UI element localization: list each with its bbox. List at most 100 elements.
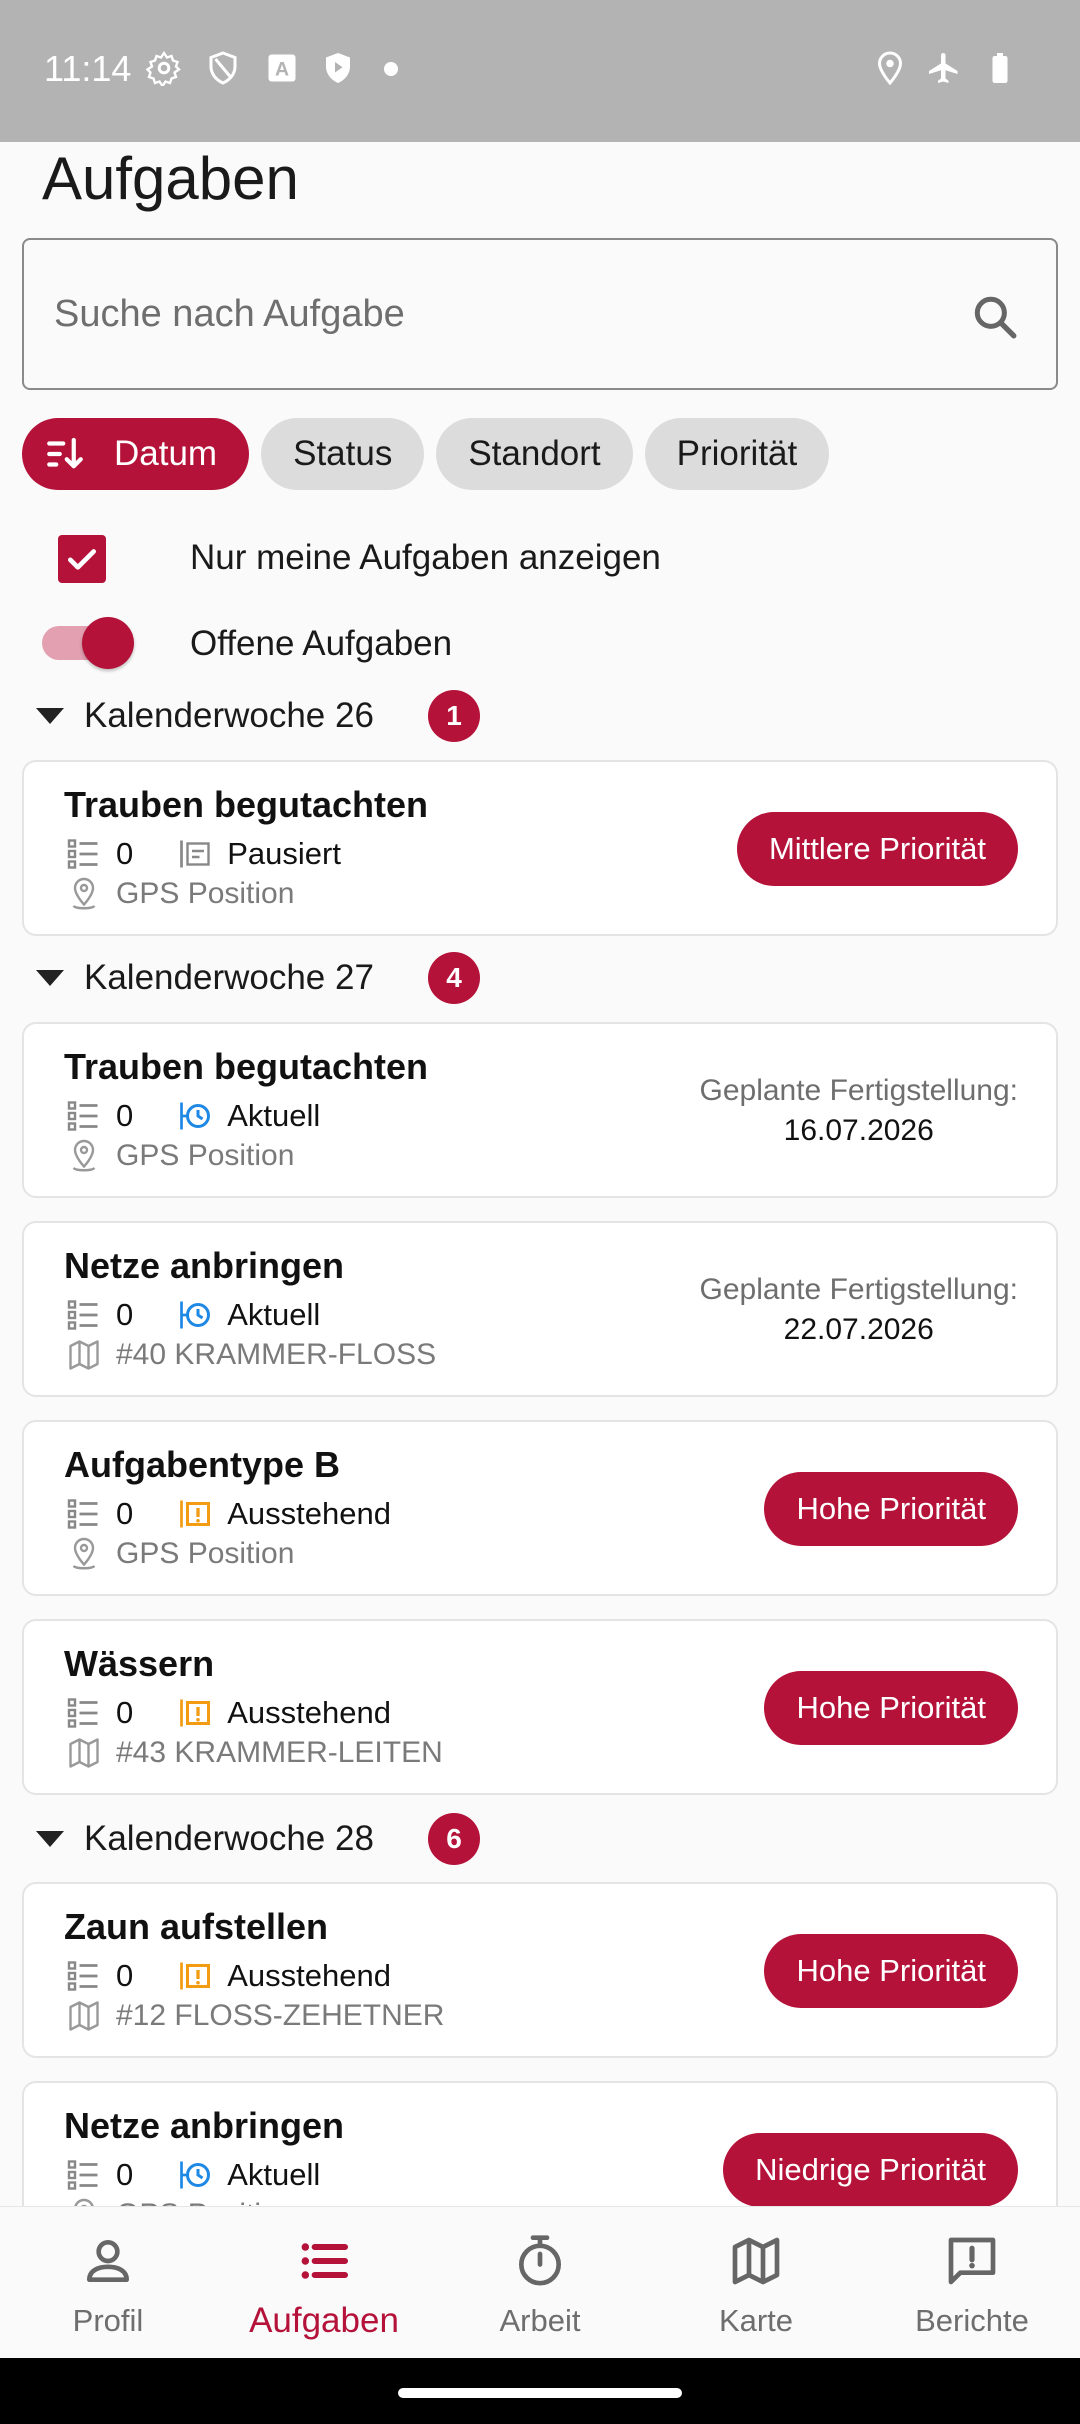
week-count-badge: 4 <box>428 952 480 1004</box>
week-count-badge: 1 <box>428 690 480 742</box>
map-icon <box>728 2233 784 2289</box>
task-card[interactable]: Trauben begutachten 0 Pausiert GPS Posit… <box>22 760 1058 936</box>
task-location: GPS Position <box>66 1136 294 1176</box>
task-title: Wässern <box>64 1643 215 1684</box>
checklist-icon <box>66 2157 102 2193</box>
task-meta: 0 Ausstehend <box>66 1956 391 1996</box>
task-meta: 0 Aktuell <box>66 2155 320 2195</box>
task-title: Netze anbringen <box>64 1245 345 1286</box>
task-location-text: #40 KRAMMER-FLOSS <box>116 1338 437 1371</box>
priority-badge: Hohe Priorität <box>764 1671 1018 1745</box>
chip-prioritaet[interactable]: Priorität <box>644 418 830 490</box>
checklist-icon <box>66 1496 102 1532</box>
week-label: Kalenderwoche 28 <box>84 1819 374 1858</box>
chip-label: Datum <box>114 434 218 473</box>
chip-status[interactable]: Status <box>261 418 425 490</box>
nav-arbeit[interactable]: Arbeit <box>432 2207 648 2359</box>
week-header-28[interactable]: Kalenderwoche 28 <box>36 1811 374 1867</box>
task-meta: 0 Aktuell <box>66 1096 320 1136</box>
gps-pin-icon <box>66 1138 102 1174</box>
priority-badge: Hohe Priorität <box>764 1472 1018 1546</box>
task-count: 0 <box>116 1695 134 1730</box>
task-card[interactable]: Wässern 0 Ausstehend #43 KRAMMER-LEITEN … <box>22 1619 1058 1795</box>
week-header-26[interactable]: Kalenderwoche 26 <box>36 688 374 744</box>
task-status: Aktuell <box>227 1297 321 1332</box>
task-meta: 0 Aktuell <box>66 1295 320 1335</box>
task-location-text: GPS Position <box>116 1139 295 1172</box>
home-gesture-bar[interactable] <box>398 2388 682 2398</box>
task-location: #12 FLOSS-ZEHETNER <box>66 1996 444 2036</box>
task-card[interactable]: Zaun aufstellen 0 Ausstehend #12 FLOSS-Z… <box>22 1882 1058 2058</box>
checklist-icon <box>66 1695 102 1731</box>
pending-status-icon <box>177 1496 213 1532</box>
task-meta: 0 Pausiert <box>66 834 341 874</box>
person-icon <box>80 2233 136 2289</box>
task-status: Ausstehend <box>227 1496 391 1531</box>
checkbox-checked[interactable] <box>58 535 106 583</box>
task-title: Trauben begutachten <box>64 1046 429 1087</box>
week-header-27[interactable]: Kalenderwoche 27 <box>36 950 374 1006</box>
nav-berichte[interactable]: Berichte <box>864 2207 1080 2359</box>
checklist-icon <box>66 1958 102 1994</box>
task-title: Trauben begutachten <box>64 784 429 825</box>
week-label: Kalenderwoche 27 <box>84 958 374 997</box>
planned-label: Geplante Fertigstellung: <box>699 1074 1018 1107</box>
page-title: Aufgaben <box>42 145 299 212</box>
collapse-icon <box>36 708 64 724</box>
active-status-icon <box>177 1297 213 1333</box>
planned-date: 22.07.2026 <box>783 1313 934 1346</box>
task-status: Ausstehend <box>227 1958 391 1993</box>
nav-karte[interactable]: Karte <box>648 2207 864 2359</box>
search-icon[interactable] <box>970 292 1020 342</box>
search-box[interactable] <box>22 238 1058 390</box>
task-card[interactable]: Aufgabentype B 0 Ausstehend GPS Position… <box>22 1420 1058 1596</box>
task-card[interactable]: Trauben begutachten 0 Aktuell GPS Positi… <box>22 1022 1058 1198</box>
battery-icon <box>982 50 1018 86</box>
paused-status-icon <box>177 836 213 872</box>
pending-status-icon <box>177 1958 213 1994</box>
chip-datum[interactable]: Datum <box>22 418 250 490</box>
nav-label: Aufgaben <box>249 2301 399 2340</box>
task-count: 0 <box>116 1098 134 1133</box>
dot-icon <box>384 62 398 76</box>
checklist-icon <box>66 1098 102 1134</box>
task-count: 0 <box>116 1297 134 1332</box>
only-mine-label: Nur meine Aufgaben anzeigen <box>190 538 661 577</box>
nav-profil[interactable]: Profil <box>0 2207 216 2359</box>
bottom-navigation: Profil Aufgaben Arbeit Karte Berichte <box>0 2206 1080 2358</box>
task-title: Aufgabentype B <box>64 1444 341 1485</box>
task-location: #43 KRAMMER-LEITEN <box>66 1733 443 1773</box>
open-tasks-toggle[interactable] <box>38 617 136 669</box>
svg-text:A: A <box>275 59 289 81</box>
status-time: 11:14 <box>44 48 132 89</box>
checklist-icon <box>66 836 102 872</box>
task-location-text: GPS Position <box>116 1537 295 1570</box>
chip-standort[interactable]: Standort <box>436 418 633 490</box>
planned-label: Geplante Fertigstellung: <box>699 1273 1018 1306</box>
filter-chips: Datum Status Standort Priorität <box>22 418 830 490</box>
collapse-icon <box>36 970 64 986</box>
task-status: Ausstehend <box>227 1695 391 1730</box>
collapse-icon <box>36 1831 64 1847</box>
pending-status-icon <box>177 1695 213 1731</box>
nav-label: Arbeit <box>499 2303 581 2338</box>
task-title: Netze anbringen <box>64 2105 345 2146</box>
nav-label: Profil <box>72 2303 144 2338</box>
task-status: Aktuell <box>227 2157 321 2192</box>
nav-aufgaben[interactable]: Aufgaben <box>216 2207 432 2359</box>
task-status: Aktuell <box>227 1098 321 1133</box>
map-icon <box>66 1337 102 1373</box>
task-location: GPS Position <box>66 1534 294 1574</box>
list-icon <box>296 2233 352 2289</box>
open-tasks-label: Offene Aufgaben <box>190 624 453 663</box>
search-input[interactable] <box>54 240 954 388</box>
task-count: 0 <box>116 836 134 871</box>
priority-badge: Mittlere Priorität <box>736 812 1018 886</box>
task-count: 0 <box>116 1958 134 1993</box>
only-mine-checkbox[interactable] <box>58 534 106 584</box>
nav-label: Karte <box>718 2303 794 2338</box>
map-icon <box>66 1735 102 1771</box>
task-card[interactable]: Netze anbringen 0 Aktuell #40 KRAMMER-FL… <box>22 1221 1058 1397</box>
status-bar: 11:14 A <box>0 0 1080 142</box>
planned-completion: Geplante Fertigstellung: 22.07.2026 <box>699 1273 1018 1347</box>
